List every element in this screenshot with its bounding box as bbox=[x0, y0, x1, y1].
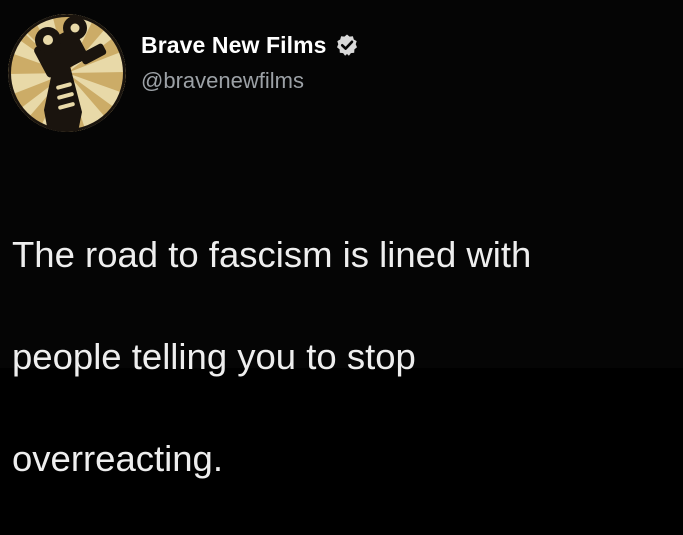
tweet-text: The road to fascism is lined with people… bbox=[12, 178, 677, 535]
tweet-text-line: overreacting. bbox=[12, 438, 223, 479]
tweet-text-line: people telling you to stop bbox=[12, 336, 416, 377]
author-display-name[interactable]: Brave New Films bbox=[141, 32, 327, 59]
film-camera-hand-icon bbox=[8, 14, 126, 132]
author-handle[interactable]: @bravenewfilms bbox=[141, 68, 359, 94]
author-identity: Brave New Films @bravenewfilms bbox=[141, 30, 359, 94]
tweet-card: Brave New Films @bravenewfilms The road … bbox=[0, 0, 683, 479]
tweet-text-line: The road to fascism is lined with bbox=[12, 234, 532, 275]
name-row: Brave New Films bbox=[141, 30, 359, 60]
avatar[interactable] bbox=[8, 14, 126, 132]
verified-badge-icon bbox=[335, 33, 359, 57]
